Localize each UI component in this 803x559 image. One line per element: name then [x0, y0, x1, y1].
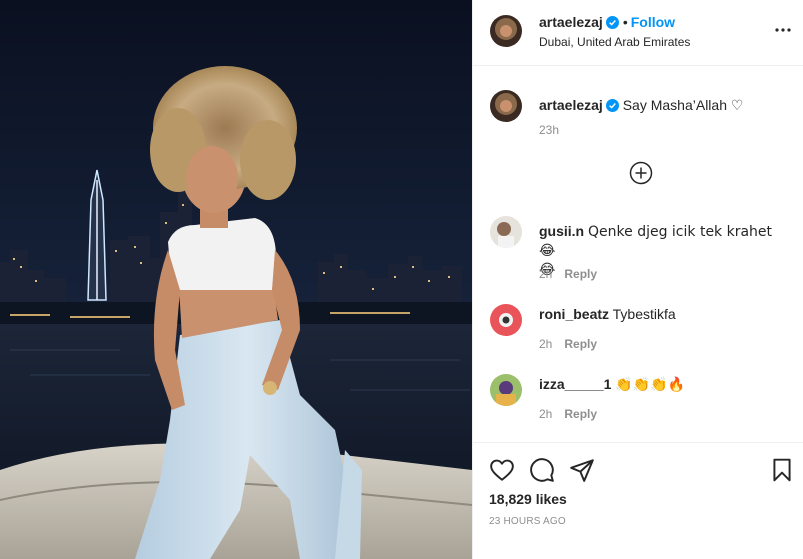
commenter-username[interactable]: izza_____1 — [539, 376, 611, 392]
verified-badge-icon — [605, 99, 619, 112]
verified-badge-icon — [605, 16, 619, 29]
commenter-avatar[interactable] — [490, 374, 522, 406]
commenter-username[interactable]: gusii.n — [539, 223, 584, 239]
author-username[interactable]: artaelezaj — [539, 14, 603, 30]
comments-list[interactable]: artaelezaj Say Masha’Allah ♡ 23h gusii.n… — [473, 66, 803, 442]
load-more-comments-icon[interactable] — [629, 161, 653, 185]
reply-button[interactable]: Reply — [564, 407, 597, 421]
separator-dot: • — [622, 14, 628, 30]
comment-time: 2h — [539, 407, 553, 421]
reply-button[interactable]: Reply — [564, 267, 597, 281]
comment-text: Tybestikfa — [612, 306, 676, 322]
caption-text: Say Masha’Allah ♡ — [622, 97, 744, 113]
more-icon[interactable] — [774, 21, 792, 39]
follow-button[interactable]: Follow — [631, 14, 675, 30]
author-avatar[interactable] — [490, 15, 522, 47]
share-paper-plane-icon[interactable] — [569, 457, 595, 483]
commenter-avatar[interactable] — [490, 304, 522, 336]
commenter-username[interactable]: roni_beatz — [539, 306, 609, 322]
post-timestamp[interactable]: 23 HOURS AGO — [489, 516, 566, 527]
comment-meta: 2h Reply — [539, 337, 597, 351]
post-header: artaelezaj • Follow Dubai, United Arab Emi… — [473, 0, 803, 66]
comment-time: 2h — [539, 267, 553, 281]
likes-count[interactable]: 18,829 likes — [489, 491, 567, 507]
comment-bubble-icon[interactable] — [529, 457, 555, 483]
reply-button[interactable]: Reply — [564, 337, 597, 351]
caption-author-avatar[interactable] — [490, 90, 522, 122]
commenter-avatar[interactable] — [490, 216, 522, 248]
comment-meta: 2h Reply — [539, 267, 597, 281]
comment-text: 👏👏👏🔥 — [615, 377, 686, 393]
save-bookmark-icon[interactable] — [769, 457, 795, 483]
post-details-panel: artaelezaj • Follow Dubai, United Arab Emi… — [472, 0, 803, 559]
comment-time: 2h — [539, 337, 553, 351]
post-image — [0, 0, 472, 559]
caption-time: 23h — [539, 123, 560, 137]
comment-meta: 2h Reply — [539, 407, 597, 421]
post-actions: 18,829 likes 23 HOURS AGO — [473, 442, 803, 559]
post-photo[interactable] — [0, 0, 472, 559]
like-heart-icon[interactable] — [489, 457, 515, 483]
post-location[interactable]: Dubai, United Arab Emirates — [539, 35, 690, 49]
caption-username[interactable]: artaelezaj — [539, 97, 603, 113]
